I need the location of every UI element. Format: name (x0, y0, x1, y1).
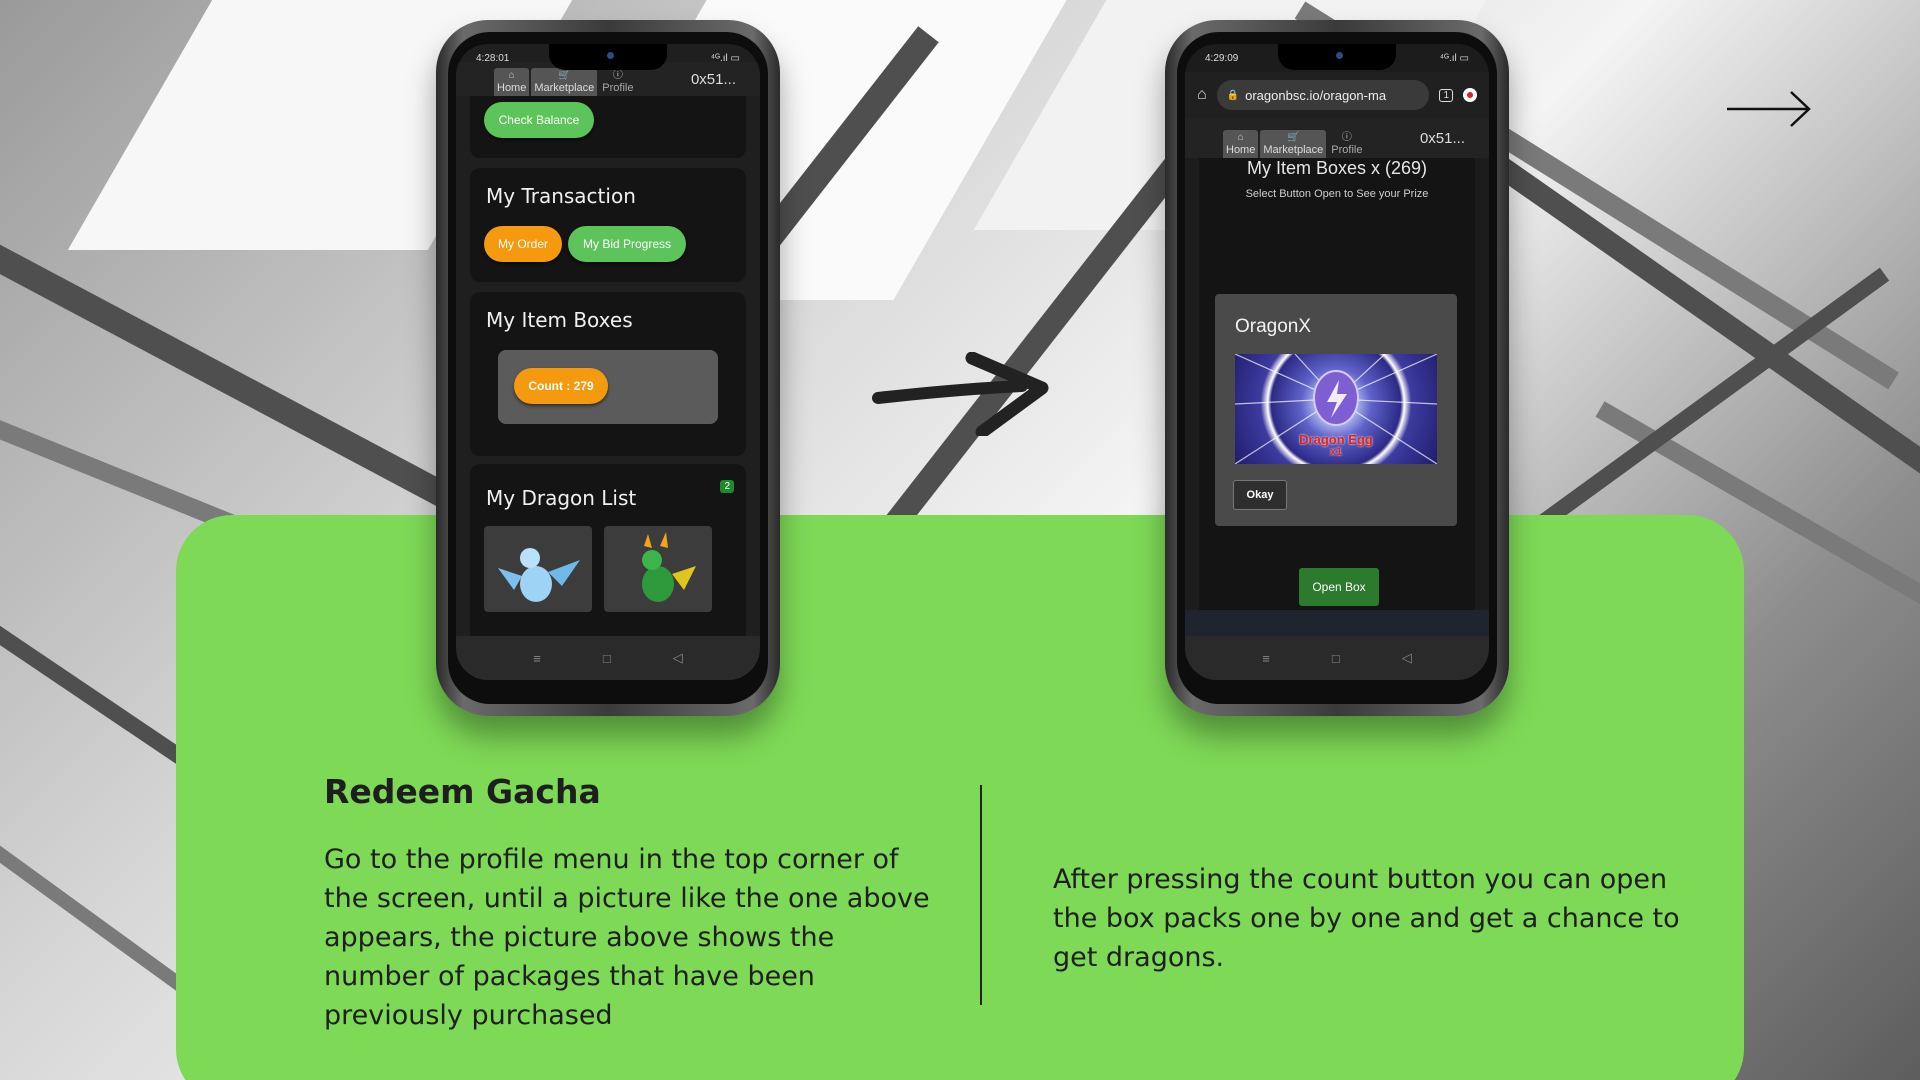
camera-notch (549, 44, 667, 70)
browser-home-icon[interactable]: ⌂ (1197, 86, 1207, 104)
nav-marketplace[interactable]: 🛒 Marketplace (531, 68, 598, 96)
nav-profile[interactable]: ⓘ Profile (1328, 130, 1365, 158)
prize-label: Dragon Egg (1299, 432, 1373, 447)
prize-image: Dragon Egg x1 (1235, 354, 1437, 464)
nav-home[interactable]: ⌂ Home (1223, 130, 1259, 158)
nav-marketplace[interactable]: 🛒 Marketplace (1260, 130, 1327, 158)
app-nav: ⌂ Home 🛒 Marketplace ⓘ Profile 0x51... (1185, 118, 1489, 158)
nav-home[interactable]: ⌂ Home (494, 68, 530, 96)
camera-notch (1278, 44, 1396, 70)
dragon-list-panel: My Dragon List 2 (470, 464, 746, 644)
right-description: After pressing the count button you can … (1053, 864, 1680, 973)
page-footer (1185, 610, 1489, 636)
menu-icon[interactable]: ≡ (1262, 651, 1270, 666)
item-boxes-title: My Item Boxes (486, 308, 633, 332)
next-arrow-icon[interactable] (1725, 88, 1813, 130)
status-time: 4:29:09 (1205, 52, 1239, 64)
status-icons: ⁴ᴳ.ıl ▭ (1439, 52, 1469, 64)
system-nav-bar: ≡ □ ◁ (1185, 636, 1489, 680)
item-boxes-container: Count : 279 (498, 350, 718, 424)
ice-dragon-icon (498, 548, 580, 602)
home-square-icon[interactable]: □ (603, 651, 611, 666)
dragon-count-badge: 2 (720, 480, 734, 493)
nav-profile-label: Profile (1331, 144, 1363, 156)
phone-right: 4:29:09 ⁴ᴳ.ıl ▭ ⌂ 🔒 oragonbsc.io/oragon-… (1165, 20, 1509, 716)
extension-icon[interactable] (1463, 88, 1477, 102)
back-icon[interactable]: ◁ (1402, 650, 1412, 666)
phone-right-screen: 4:29:09 ⁴ᴳ.ıl ▭ ⌂ 🔒 oragonbsc.io/oragon-… (1185, 44, 1489, 680)
menu-icon[interactable]: ≡ (533, 651, 541, 666)
wallet-address[interactable]: 0x51... (691, 71, 736, 88)
my-bid-progress-button[interactable]: My Bid Progress (568, 226, 686, 262)
item-boxes-panel: My Item Boxes Count : 279 (470, 292, 746, 456)
nav-home-label: Home (1226, 144, 1256, 156)
browser-toolbar: ⌂ 🔒 oragonbsc.io/oragon-ma 1 (1185, 72, 1489, 118)
prize-modal: OragonX Dragon Egg x1 Okay (1215, 294, 1457, 526)
home-square-icon[interactable]: □ (1332, 651, 1340, 666)
back-icon[interactable]: ◁ (673, 650, 683, 666)
my-order-button[interactable]: My Order (484, 226, 562, 262)
nav-profile[interactable]: ⓘ Profile (599, 68, 636, 96)
nav-marketplace-label: Marketplace (1263, 144, 1324, 156)
section-title: Redeem Gacha (324, 772, 601, 811)
url-text: oragonbsc.io/oragon-ma (1245, 87, 1387, 103)
system-nav-bar: ≡ □ ◁ (456, 636, 760, 680)
hand-drawn-arrow-icon (872, 352, 1049, 436)
transaction-panel: My Transaction My Order My Bid Progress (470, 168, 746, 282)
balance-panel: Check Balance (470, 88, 746, 158)
dragon-card-ice[interactable] (484, 526, 592, 612)
info-icon: ⓘ (1341, 132, 1352, 143)
column-divider (980, 785, 982, 1005)
nav-home-label: Home (497, 82, 527, 94)
open-box-button[interactable]: Open Box (1299, 568, 1379, 606)
wallet-address[interactable]: 0x51... (1420, 130, 1465, 147)
item-boxes-subtitle: Select Button Open to See your Prize (1245, 188, 1429, 200)
check-balance-button[interactable]: Check Balance (484, 102, 594, 138)
phone-left-screen: 4:28:01 ⁴ᴳ.ıl ▭ ⌂ Home 🛒 Marketplace ⓘ P… (456, 44, 760, 680)
transaction-title: My Transaction (486, 184, 636, 208)
nav-profile-label: Profile (602, 82, 634, 94)
phone-left: 4:28:01 ⁴ᴳ.ıl ▭ ⌂ Home 🛒 Marketplace ⓘ P… (436, 20, 780, 716)
modal-title: OragonX (1235, 316, 1312, 337)
count-button[interactable]: Count : 279 (514, 368, 608, 404)
home-icon: ⌂ (1237, 132, 1244, 143)
dragon-list-title: My Dragon List (486, 486, 637, 510)
lock-icon: 🔒 (1226, 89, 1240, 101)
status-time: 4:28:01 (476, 52, 510, 64)
cart-icon: 🛒 (1287, 132, 1300, 143)
forest-dragon-icon (642, 532, 696, 602)
nav-marketplace-label: Marketplace (534, 82, 595, 94)
prize-quantity: x1 (1329, 446, 1343, 458)
item-boxes-title: My Item Boxes x (269) (1246, 158, 1428, 178)
okay-button[interactable]: Okay (1233, 480, 1287, 510)
left-description: Go to the profile menu in the top corner… (324, 844, 930, 1031)
dragon-card-forest[interactable] (604, 526, 712, 612)
status-icons: ⁴ᴳ.ıl ▭ (710, 52, 740, 64)
url-bar[interactable]: 🔒 oragonbsc.io/oragon-ma (1216, 80, 1430, 110)
tab-count-icon[interactable]: 1 (1439, 88, 1453, 102)
